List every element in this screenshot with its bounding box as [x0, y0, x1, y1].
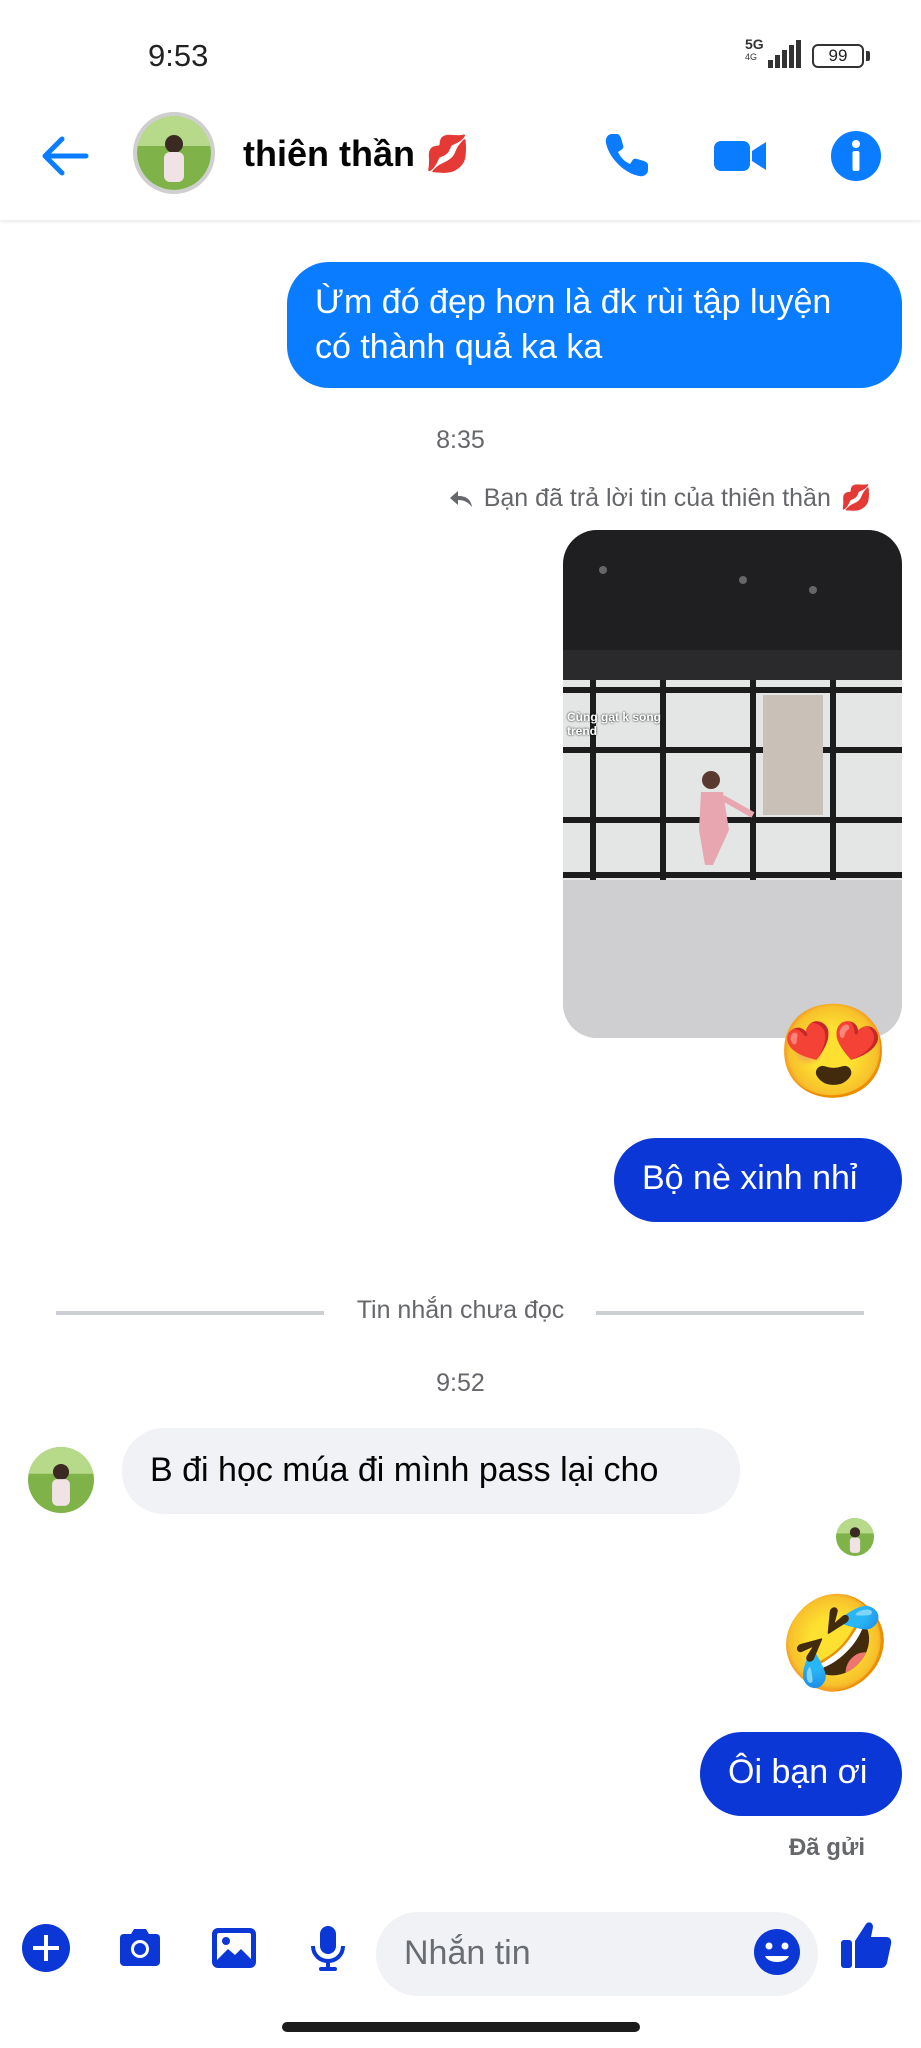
timestamp: 9:52 [436, 1369, 485, 1397]
incoming-message[interactable]: B đi học múa đi mình pass lại cho [122, 1428, 740, 1514]
outgoing-message[interactable]: Bộ nè xinh nhỉ [614, 1138, 902, 1222]
reply-notice-text: Bạn đã trả lời tin của thiên thần [483, 484, 831, 512]
sent-status: Đã gửi [788, 1834, 865, 1861]
seen-receipt-avatar [836, 1518, 874, 1556]
timestamp: 8:35 [436, 426, 485, 454]
outgoing-message[interactable]: Ừm đó đẹp hơn là đk rùi tập luyện có thà… [287, 262, 902, 388]
battery-tip [866, 51, 870, 61]
reply-arrow-icon [449, 490, 472, 507]
microphone-icon[interactable] [302, 1922, 354, 1974]
contact-name[interactable]: thiên thần 💋 [243, 133, 470, 175]
phone-icon[interactable] [598, 128, 654, 184]
reaction-heart-eyes[interactable]: 😍 [776, 1000, 891, 1104]
dance-studio-photo [563, 530, 902, 1038]
outgoing-message[interactable]: Ôi bạn ơi [700, 1732, 902, 1816]
network-5g: 5G [745, 36, 764, 52]
avatar-image [836, 1518, 874, 1556]
video-call-icon[interactable] [712, 128, 768, 184]
thumbs-up-icon[interactable] [838, 1916, 894, 1972]
emoji-icon[interactable] [752, 1927, 802, 1977]
unread-divider-label: Tin nhắn chưa đọc [356, 1296, 565, 1324]
message-input-placeholder: Nhắn tin [404, 1934, 531, 1972]
lips-emoji: 💋 [425, 133, 470, 174]
contact-name-text: thiên thần [243, 133, 415, 174]
reaction-rofl[interactable]: 🤣 [778, 1592, 893, 1696]
info-icon[interactable] [828, 128, 884, 184]
signal-icon [768, 40, 801, 68]
reply-notice: Bạn đã trả lời tin của thiên thần 💋 [448, 484, 872, 513]
home-indicator[interactable] [282, 2022, 640, 2032]
avatar-image [137, 116, 211, 190]
plus-icon[interactable] [20, 1922, 72, 1974]
back-arrow-icon[interactable] [38, 133, 90, 179]
contact-avatar[interactable] [133, 112, 215, 194]
battery-indicator: 99 [812, 44, 864, 68]
lips-emoji: 💋 [840, 484, 872, 512]
network-indicator: 5G 4G [745, 36, 764, 64]
gallery-icon[interactable] [208, 1922, 260, 1974]
sender-avatar[interactable] [28, 1447, 94, 1513]
media-attachment[interactable]: Cùng gạt k song trend [563, 530, 902, 1038]
media-caption: Cùng gạt k song trend [567, 710, 661, 738]
network-4g: 4G [745, 52, 758, 62]
status-time: 9:53 [148, 38, 209, 73]
camera-icon[interactable] [114, 1922, 166, 1974]
avatar-image [28, 1447, 94, 1513]
